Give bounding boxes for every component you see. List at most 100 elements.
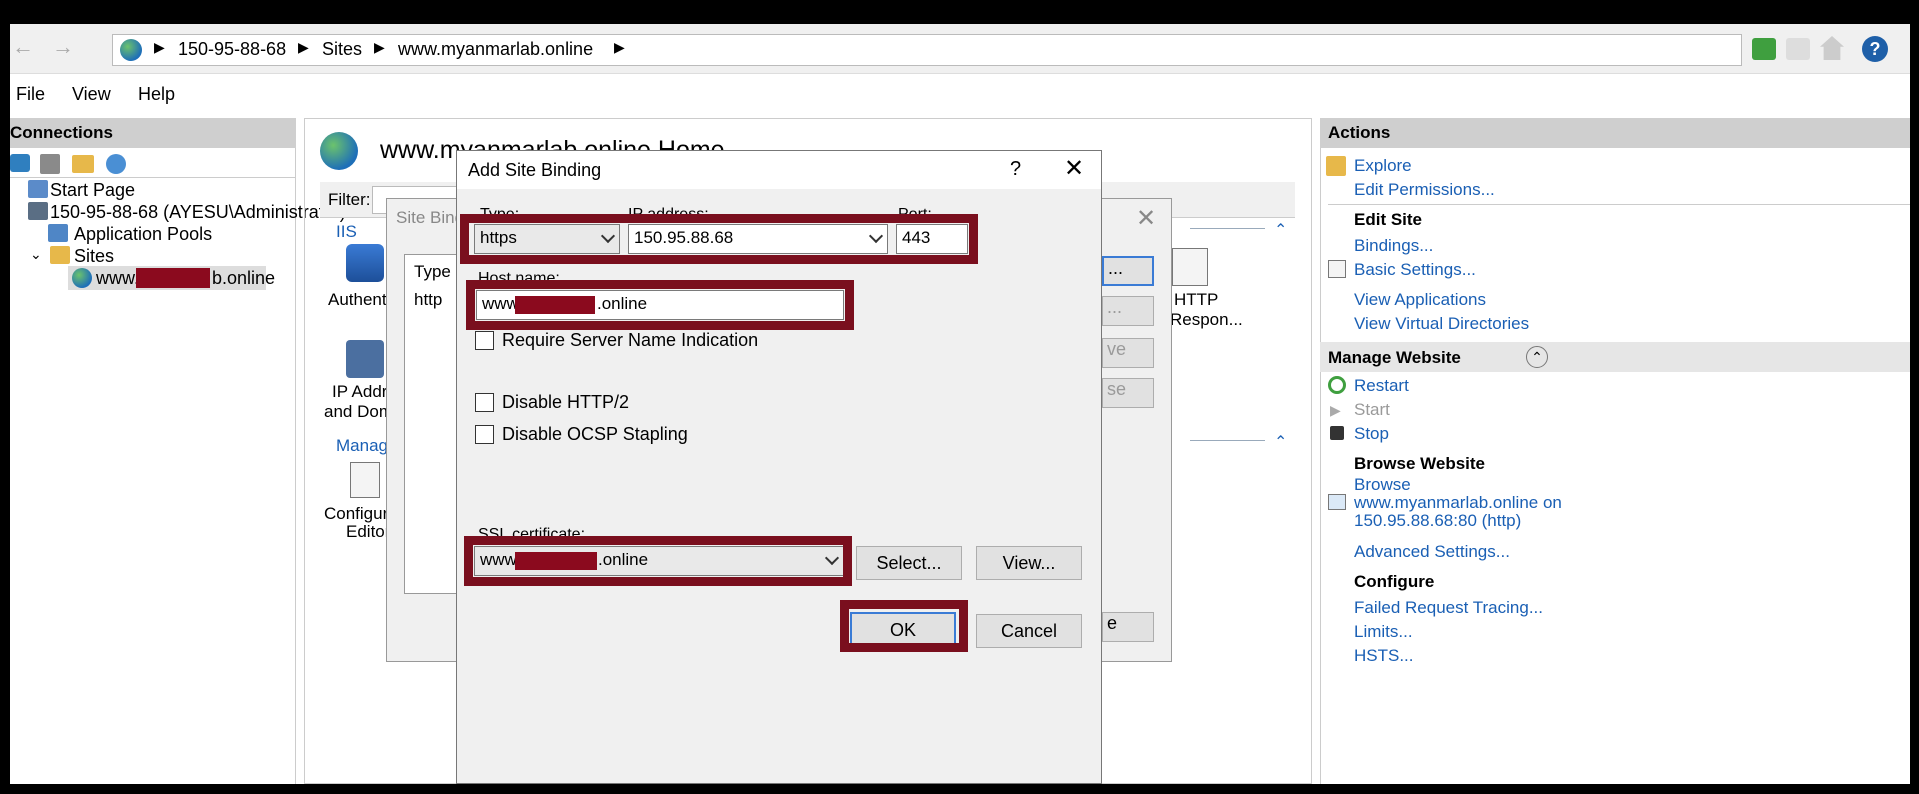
- server-icon: [28, 202, 48, 220]
- app-pools-icon: [48, 224, 68, 242]
- authentication-icon: [346, 244, 384, 282]
- cancel-button[interactable]: Cancel: [976, 614, 1082, 648]
- basic-settings-icon: [1328, 260, 1346, 278]
- action-basic-settings[interactable]: Basic Settings...: [1354, 260, 1476, 280]
- action-limits[interactable]: Limits...: [1354, 622, 1413, 642]
- iis-group-label: IIS: [336, 222, 357, 241]
- sni-checkbox[interactable]: [475, 331, 494, 350]
- action-browse[interactable]: Browse www.myanmarlab.online on 150.95.8…: [1354, 476, 1562, 530]
- stop-icon[interactable]: [1786, 38, 1810, 60]
- disconnect-icon[interactable]: [106, 154, 126, 174]
- dialog-title: Add Site Binding: [468, 160, 602, 180]
- refresh-icon[interactable]: [1752, 38, 1776, 60]
- feature-http-response-line2: Respon...: [1170, 310, 1243, 329]
- dialog-close-button[interactable]: ✕: [1064, 154, 1084, 183]
- ssl-view-button[interactable]: View...: [976, 546, 1082, 580]
- menu-bar: [10, 80, 1910, 110]
- restart-icon: [1328, 376, 1346, 394]
- configure-heading: Configure: [1354, 572, 1435, 591]
- tree-site-prefix: www.: [96, 268, 140, 288]
- breadcrumb-sep-icon: ▶: [154, 39, 165, 55]
- help-icon[interactable]: ?: [1862, 36, 1888, 62]
- breadcrumb-sites[interactable]: Sites: [322, 39, 362, 60]
- actions-header: [1320, 118, 1910, 148]
- site-globe-icon: [72, 268, 92, 288]
- breadcrumb-sep-icon: ▶: [614, 39, 625, 55]
- disable-http2-label: Disable HTTP/2: [502, 392, 630, 412]
- http-response-icon: [1172, 248, 1208, 286]
- tree-server[interactable]: 150-95-88-68 (AYESU\Administrator): [50, 202, 346, 223]
- tree-app-pools[interactable]: Application Pools: [74, 224, 212, 245]
- disable-ocsp-checkbox[interactable]: [475, 425, 494, 444]
- browse-line1: Browse: [1354, 475, 1411, 494]
- menu-file[interactable]: File: [16, 84, 45, 105]
- sni-label: Require Server Name Indication: [502, 330, 759, 350]
- action-view-virtual-dirs[interactable]: View Virtual Directories: [1354, 314, 1529, 334]
- feature-http-response[interactable]: HTTP: [1174, 290, 1218, 310]
- action-failed-request[interactable]: Failed Request Tracing...: [1354, 598, 1543, 618]
- dialog-help-button[interactable]: ?: [1010, 158, 1021, 181]
- action-edit-permissions[interactable]: Edit Permissions...: [1354, 180, 1495, 200]
- browse-line3: 150.95.88.68:80 (http): [1354, 511, 1522, 530]
- group-collapse-icon[interactable]: ⌃: [1274, 220, 1287, 240]
- forward-button[interactable]: →: [52, 34, 78, 60]
- config-editor-icon: [350, 462, 380, 498]
- menu-help[interactable]: Help: [138, 84, 175, 105]
- connections-title: Connections: [10, 123, 113, 142]
- section-divider: [1328, 204, 1910, 205]
- highlight-binding-row: [460, 214, 978, 264]
- tree-site-suffix: b.online: [212, 268, 276, 288]
- action-restart[interactable]: Restart: [1354, 376, 1409, 396]
- main-globe-icon: [320, 132, 358, 170]
- highlight-ok-button: [840, 600, 968, 652]
- back-button[interactable]: ←: [12, 34, 38, 60]
- screenshot-frame: ← → ▶ 150-95-88-68 ▶ Sites ▶ www.myanmar…: [0, 0, 1919, 794]
- filter-label: Filter:: [328, 190, 371, 209]
- site-bindings-close-icon[interactable]: ✕: [1136, 204, 1156, 233]
- tree-start-page[interactable]: Start Page: [50, 180, 135, 201]
- redaction: [136, 268, 210, 288]
- sites-folder-icon: [50, 246, 70, 264]
- ip-restrict-icon: [346, 340, 384, 378]
- folder-up-icon[interactable]: [72, 155, 94, 173]
- highlight-ssl-cert: [464, 536, 852, 586]
- explore-icon: [1326, 156, 1346, 176]
- action-bindings[interactable]: Bindings...: [1354, 236, 1433, 256]
- browse-line2: www.myanmarlab.online on: [1354, 493, 1562, 512]
- expand-icon[interactable]: ⌄: [30, 246, 42, 263]
- tree-sites[interactable]: Sites: [74, 246, 114, 267]
- edit-site-heading: Edit Site: [1354, 210, 1423, 229]
- connect-icon[interactable]: [10, 154, 30, 172]
- action-hsts[interactable]: HSTS...: [1354, 646, 1414, 666]
- disable-ocsp-label: Disable OCSP Stapling: [502, 424, 688, 444]
- globe-icon: [120, 39, 142, 61]
- menu-view[interactable]: View: [72, 84, 111, 105]
- breadcrumb-site[interactable]: www.myanmarlab.online: [398, 39, 593, 60]
- action-explore[interactable]: Explore: [1354, 156, 1412, 176]
- disable-http2-checkbox[interactable]: [475, 393, 494, 412]
- start-icon: ▶: [1330, 402, 1341, 418]
- breadcrumb-sep-icon: ▶: [298, 39, 309, 55]
- bindings-add-button[interactable]: ...: [1102, 256, 1154, 286]
- bindings-col-type: Type: [414, 262, 451, 281]
- manage-website-heading: Manage Website: [1328, 348, 1461, 367]
- feature-config-editor-line2: Editor: [346, 522, 391, 541]
- ssl-select-button[interactable]: Select...: [856, 546, 962, 580]
- bindings-edit-button[interactable]: ...: [1102, 296, 1154, 326]
- group-collapse-icon[interactable]: ⌃: [1274, 432, 1287, 452]
- actions-title: Actions: [1328, 123, 1391, 142]
- browse-website-heading: Browse Website: [1354, 454, 1486, 473]
- bindings-row-type[interactable]: http: [414, 290, 442, 310]
- collapse-icon[interactable]: ⌃: [1526, 346, 1548, 368]
- breadcrumb-sep-icon: ▶: [374, 39, 385, 55]
- action-advanced-settings[interactable]: Advanced Settings...: [1354, 542, 1510, 562]
- group-divider: [1190, 440, 1265, 441]
- bindings-close-button[interactable]: e: [1102, 612, 1154, 642]
- bindings-remove-button[interactable]: ve: [1102, 338, 1154, 368]
- breadcrumb-server[interactable]: 150-95-88-68: [178, 39, 286, 60]
- bindings-browse-button[interactable]: se: [1102, 378, 1154, 408]
- action-view-applications[interactable]: View Applications: [1354, 290, 1486, 310]
- action-start[interactable]: Start: [1354, 400, 1390, 420]
- action-stop[interactable]: Stop: [1354, 424, 1389, 444]
- save-icon[interactable]: [40, 154, 60, 174]
